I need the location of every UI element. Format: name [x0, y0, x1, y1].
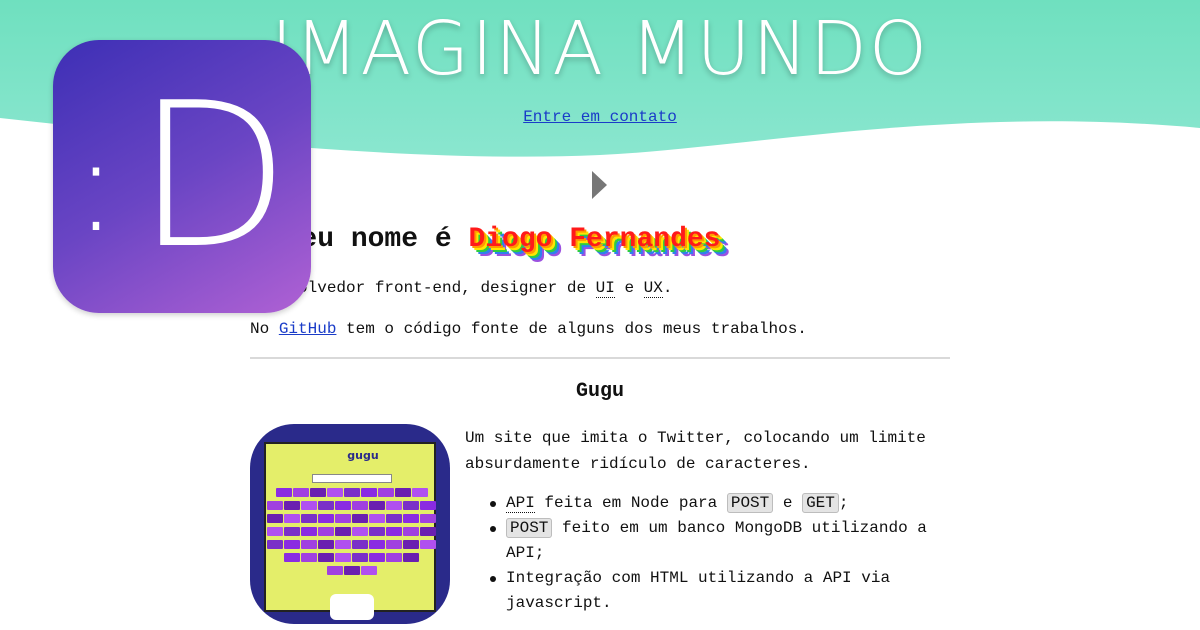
thumbnail-key [403, 553, 419, 562]
thumbnail-button [330, 594, 374, 620]
feature-text: e [773, 494, 803, 512]
post-code: POST [726, 493, 774, 513]
thumbnail-key [369, 527, 385, 536]
thumbnail-key [326, 566, 343, 575]
thumbnail-key [284, 501, 300, 510]
thumbnail-key [284, 527, 300, 536]
thumbnail-key [386, 501, 402, 510]
thumbnail-key [360, 488, 377, 497]
thumbnail-key [369, 514, 385, 523]
thumbnail-key [343, 566, 360, 575]
project-description: Um site que imita o Twitter, colocando u… [465, 429, 926, 473]
logo-colon: : [74, 108, 118, 261]
thumbnail-key [301, 527, 317, 536]
thumbnail-key [386, 527, 402, 536]
thumbnail-key [420, 501, 436, 510]
thumbnail-key [352, 527, 368, 536]
thumbnail-key [403, 501, 419, 510]
logo-letter: D [135, 59, 290, 293]
play-arrow-icon[interactable] [592, 171, 607, 199]
thumbnail-key [309, 488, 326, 497]
thumbnail-key [386, 540, 402, 549]
thumbnail-key [403, 527, 419, 536]
thumbnail-key [292, 488, 309, 497]
thumbnail-key [420, 514, 436, 523]
get-code: GET [802, 493, 839, 513]
thumbnail-key [267, 514, 283, 523]
github-suffix: tem o código fonte de alguns dos meus tr… [336, 320, 807, 338]
thumbnail-key [301, 501, 317, 510]
project-thumbnail[interactable]: gugu [250, 424, 450, 624]
feature-text: ; [838, 494, 849, 512]
thumbnail-key [301, 540, 317, 549]
feature-item-html: Integração com HTML utilizando a API via… [487, 566, 947, 616]
thumbnail-key [352, 501, 368, 510]
github-prefix: No [250, 320, 279, 338]
thumbnail-key [318, 527, 334, 536]
thumbnail-key [275, 488, 292, 497]
feature-item-api: API feita em Node para POST e GET; [487, 491, 947, 516]
api-abbr: API [506, 494, 535, 513]
thumbnail-key [301, 553, 317, 562]
thumbnail-key [369, 553, 385, 562]
thumbnail-key [360, 566, 377, 575]
thumbnail-key [335, 514, 351, 523]
feature-item-post: POST feito em um banco MongoDB utilizand… [487, 516, 947, 566]
github-link[interactable]: GitHub [279, 320, 337, 338]
thumbnail-key [403, 540, 419, 549]
feature-text: feita em Node para [534, 494, 727, 512]
thumbnail-key [318, 540, 334, 549]
thumbnail-logo: gugu [344, 448, 382, 464]
thumbnail-key [335, 540, 351, 549]
thumbnail-key [326, 488, 343, 497]
thumbnail-key [386, 514, 402, 523]
project-title: Gugu [575, 380, 624, 403]
thumbnail-key [386, 553, 402, 562]
thumbnail-key [420, 540, 436, 549]
thumbnail-key [369, 501, 385, 510]
thumbnail-key [377, 488, 394, 497]
thumbnail-key [301, 514, 317, 523]
thumbnail-key [403, 514, 419, 523]
ui-abbr: UI [595, 279, 615, 298]
thumbnail-key [284, 514, 300, 523]
thumbnail-key [352, 553, 368, 562]
github-text: No GitHub tem o código fonte de alguns d… [250, 320, 807, 338]
logo-mark: :D [53, 40, 311, 313]
feature-text: feito em um banco MongoDB utilizando a A… [506, 519, 927, 562]
thumbnail-key [420, 527, 436, 536]
intro-text: esenvolvedor front-end, designer de UI e… [250, 279, 673, 298]
intro-end: . [662, 279, 673, 297]
ux-abbr: UX [643, 279, 663, 298]
thumbnail-key [267, 527, 283, 536]
thumbnail-key [318, 514, 334, 523]
thumbnail-key [352, 514, 368, 523]
thumbnail-key [318, 501, 334, 510]
greeting-heading: , meu nome é Diogo Fernandes [250, 224, 950, 255]
thumbnail-key [267, 540, 283, 549]
section-divider [250, 357, 950, 359]
thumbnail-key [411, 488, 428, 497]
thumbnail-key [335, 501, 351, 510]
intro-connector: e [614, 279, 644, 297]
thumbnail-key [284, 540, 300, 549]
thumbnail-screen: gugu [264, 442, 436, 620]
thumbnail-key [335, 527, 351, 536]
logo-badge: :D [53, 40, 311, 313]
thumbnail-key [284, 553, 300, 562]
thumbnail-key [352, 540, 368, 549]
post-code: POST [506, 518, 553, 538]
thumbnail-search-bar [312, 474, 392, 483]
feature-list: API feita em Node para POST e GET; POST … [487, 491, 947, 616]
thumbnail-key [335, 553, 351, 562]
author-name: Diogo Fernandes [468, 224, 721, 255]
thumbnail-key [394, 488, 411, 497]
thumbnail-key [343, 488, 360, 497]
thumbnail-key [267, 501, 283, 510]
thumbnail-key [369, 540, 385, 549]
feature-text: Integração com HTML utilizando a API via… [506, 569, 891, 612]
thumbnail-key [318, 553, 334, 562]
